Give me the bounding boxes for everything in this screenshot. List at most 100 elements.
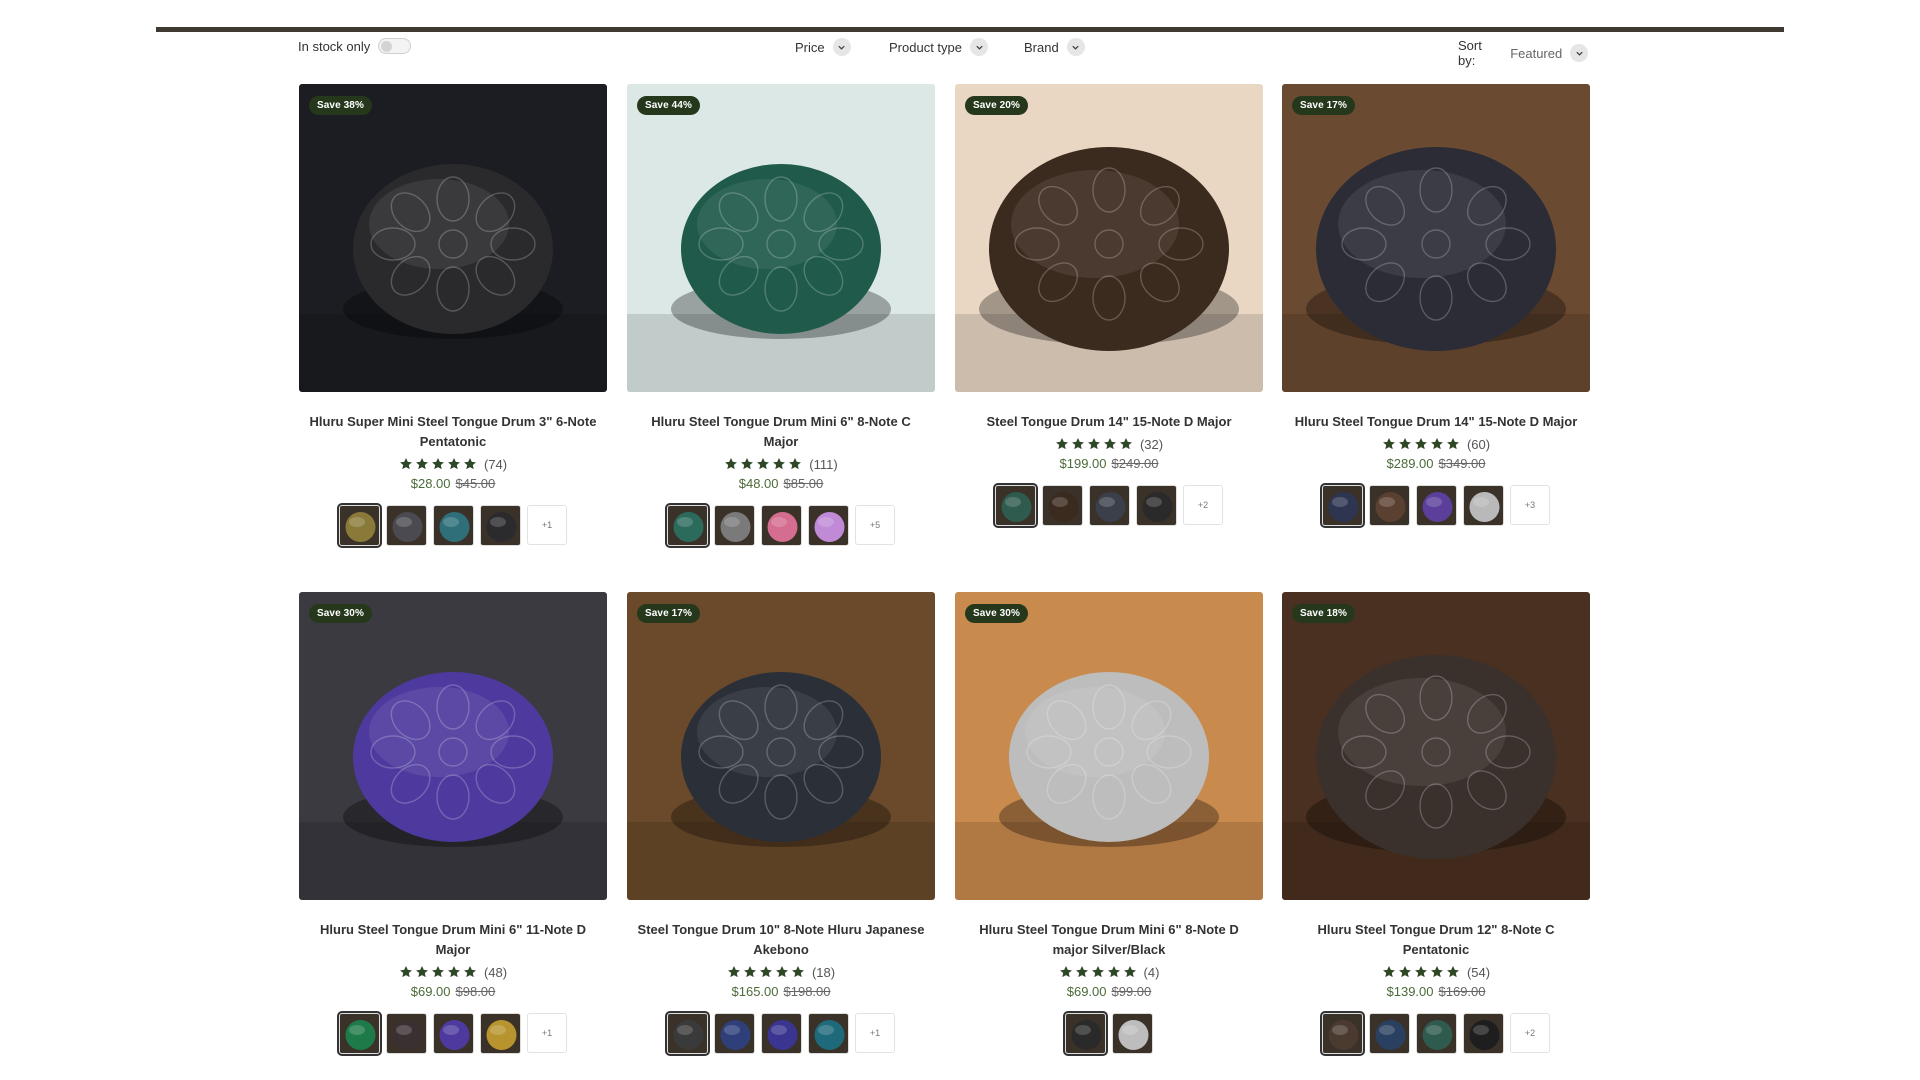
- color-swatch[interactable]: [337, 503, 382, 548]
- product-card[interactable]: Save 18% Hluru Steel Tongue Drum 12" 8-No…: [1282, 592, 1590, 1056]
- more-swatches-button[interactable]: +1: [855, 1013, 895, 1053]
- compare-price: $98.00: [455, 984, 496, 999]
- color-swatch[interactable]: [993, 483, 1038, 528]
- price-filter-label: Price: [795, 39, 825, 55]
- color-swatch[interactable]: [808, 505, 849, 546]
- product-card[interactable]: Save 17% Steel Tongue Drum 10" 8-Note Hlu…: [627, 592, 935, 1056]
- product-title[interactable]: Hluru Steel Tongue Drum Mini 6" 11-Note …: [299, 920, 607, 960]
- more-swatches-button[interactable]: +2: [1183, 485, 1223, 525]
- color-swatch[interactable]: [480, 1013, 521, 1054]
- chevron-down-icon: [832, 38, 851, 56]
- product-image[interactable]: Save 44%: [627, 84, 935, 392]
- product-price: $69.00 $98.00: [299, 984, 607, 999]
- color-swatch[interactable]: [1136, 485, 1177, 526]
- in-stock-toggle[interactable]: [378, 38, 412, 54]
- product-card[interactable]: Save 30% Hluru Steel Tongue Drum Mini 6" …: [955, 592, 1263, 1056]
- color-swatch[interactable]: [1320, 483, 1365, 528]
- color-swatch[interactable]: [1063, 1011, 1108, 1056]
- filter-bar: In stock only Price Product type Brand S…: [298, 36, 1588, 68]
- product-image[interactable]: Save 30%: [955, 592, 1263, 900]
- star-icon: [1103, 438, 1116, 450]
- product-image[interactable]: Save 17%: [627, 592, 935, 900]
- price-filter[interactable]: Price: [795, 38, 851, 56]
- sort-value: Featured: [1510, 45, 1563, 61]
- color-swatches: +3: [1282, 483, 1590, 528]
- product-type-filter[interactable]: Product type: [889, 38, 988, 56]
- product-title[interactable]: Hluru Steel Tongue Drum 12" 8-Note C Pen…: [1282, 920, 1590, 960]
- sale-price: $69.00: [410, 984, 451, 999]
- color-swatch[interactable]: [433, 1013, 474, 1054]
- product-image[interactable]: Save 30%: [299, 592, 607, 900]
- product-card[interactable]: Save 20% Steel Tongue Drum 14" 15-Note D …: [955, 84, 1263, 528]
- product-rating: (18): [627, 963, 935, 981]
- product-image[interactable]: Save 38%: [299, 84, 607, 392]
- color-swatch[interactable]: [1320, 1011, 1365, 1056]
- star-icon: [1414, 438, 1427, 450]
- product-card[interactable]: Save 44% Hluru Steel Tongue Drum Mini 6" …: [627, 84, 935, 548]
- color-swatch[interactable]: [1042, 485, 1083, 526]
- product-price: $48.00 $85.00: [627, 476, 935, 491]
- product-title[interactable]: Hluru Super Mini Steel Tongue Drum 3" 6-…: [299, 412, 607, 452]
- color-swatch[interactable]: [665, 503, 710, 548]
- product-rating: (4): [955, 963, 1263, 981]
- color-swatch[interactable]: [337, 1011, 382, 1056]
- star-icon: [1414, 966, 1427, 978]
- star-icon: [1382, 438, 1395, 450]
- sale-badge: Save 18%: [1292, 604, 1355, 623]
- product-card[interactable]: Save 30% Hluru Steel Tongue Drum Mini 6" …: [299, 592, 607, 1056]
- color-swatch[interactable]: [386, 1013, 427, 1054]
- product-title[interactable]: Steel Tongue Drum 10" 8-Note Hluru Japan…: [627, 920, 935, 960]
- color-swatch[interactable]: [714, 505, 755, 546]
- color-swatch[interactable]: [433, 505, 474, 546]
- product-rating: (74): [299, 455, 607, 473]
- product-price: $165.00 $198.00: [627, 984, 935, 999]
- color-swatch[interactable]: [480, 505, 521, 546]
- sale-price: $28.00: [410, 476, 451, 491]
- review-count: (74): [483, 456, 508, 472]
- product-card[interactable]: Save 38% Hluru Super Mini Steel Tongue Dr…: [299, 84, 607, 548]
- sale-badge: Save 44%: [637, 96, 700, 115]
- more-swatches-button[interactable]: +1: [527, 505, 567, 545]
- product-price: $28.00 $45.00: [299, 476, 607, 491]
- product-price: $199.00 $249.00: [955, 456, 1263, 471]
- review-count: (54): [1466, 964, 1491, 980]
- star-icon: [757, 458, 770, 470]
- sale-price: $289.00: [1386, 456, 1434, 471]
- sale-price: $69.00: [1066, 984, 1107, 999]
- product-title[interactable]: Hluru Steel Tongue Drum Mini 6" 8-Note D…: [955, 920, 1263, 960]
- sale-badge: Save 38%: [309, 96, 372, 115]
- color-swatch[interactable]: [761, 1013, 802, 1054]
- color-swatch[interactable]: [1463, 1013, 1504, 1054]
- color-swatch[interactable]: [1463, 485, 1504, 526]
- more-swatches-button[interactable]: +3: [1510, 485, 1550, 525]
- compare-price: $249.00: [1111, 456, 1159, 471]
- star-icon: [447, 458, 460, 470]
- product-image[interactable]: Save 18%: [1282, 592, 1590, 900]
- color-swatch[interactable]: [665, 1011, 710, 1056]
- product-card[interactable]: Save 17% Hluru Steel Tongue Drum 14" 15-N…: [1282, 84, 1590, 528]
- color-swatch[interactable]: [1369, 485, 1410, 526]
- product-image[interactable]: Save 20%: [955, 84, 1263, 392]
- product-image[interactable]: Save 17%: [1282, 84, 1590, 392]
- color-swatch[interactable]: [761, 505, 802, 546]
- brand-filter-label: Brand: [1024, 39, 1059, 55]
- color-swatch[interactable]: [808, 1013, 849, 1054]
- brand-filter[interactable]: Brand: [1024, 38, 1085, 56]
- color-swatch[interactable]: [1416, 1013, 1457, 1054]
- product-title[interactable]: Hluru Steel Tongue Drum 14" 15-Note D Ma…: [1282, 412, 1590, 432]
- more-swatches-button[interactable]: +5: [855, 505, 895, 545]
- more-swatches-button[interactable]: +2: [1510, 1013, 1550, 1053]
- color-swatch[interactable]: [1369, 1013, 1410, 1054]
- color-swatch[interactable]: [1416, 485, 1457, 526]
- product-title[interactable]: Hluru Steel Tongue Drum Mini 6" 8-Note C…: [627, 412, 935, 452]
- product-title[interactable]: Steel Tongue Drum 14" 15-Note D Major: [955, 412, 1263, 432]
- sort-dropdown[interactable]: Sort by: Featured: [1458, 38, 1588, 68]
- star-icon: [447, 966, 460, 978]
- star-icon: [1446, 966, 1459, 978]
- color-swatch[interactable]: [714, 1013, 755, 1054]
- color-swatch[interactable]: [386, 505, 427, 546]
- more-swatches-button[interactable]: +1: [527, 1013, 567, 1053]
- color-swatch[interactable]: [1112, 1013, 1153, 1054]
- in-stock-filter[interactable]: In stock only: [298, 38, 412, 54]
- color-swatch[interactable]: [1089, 485, 1130, 526]
